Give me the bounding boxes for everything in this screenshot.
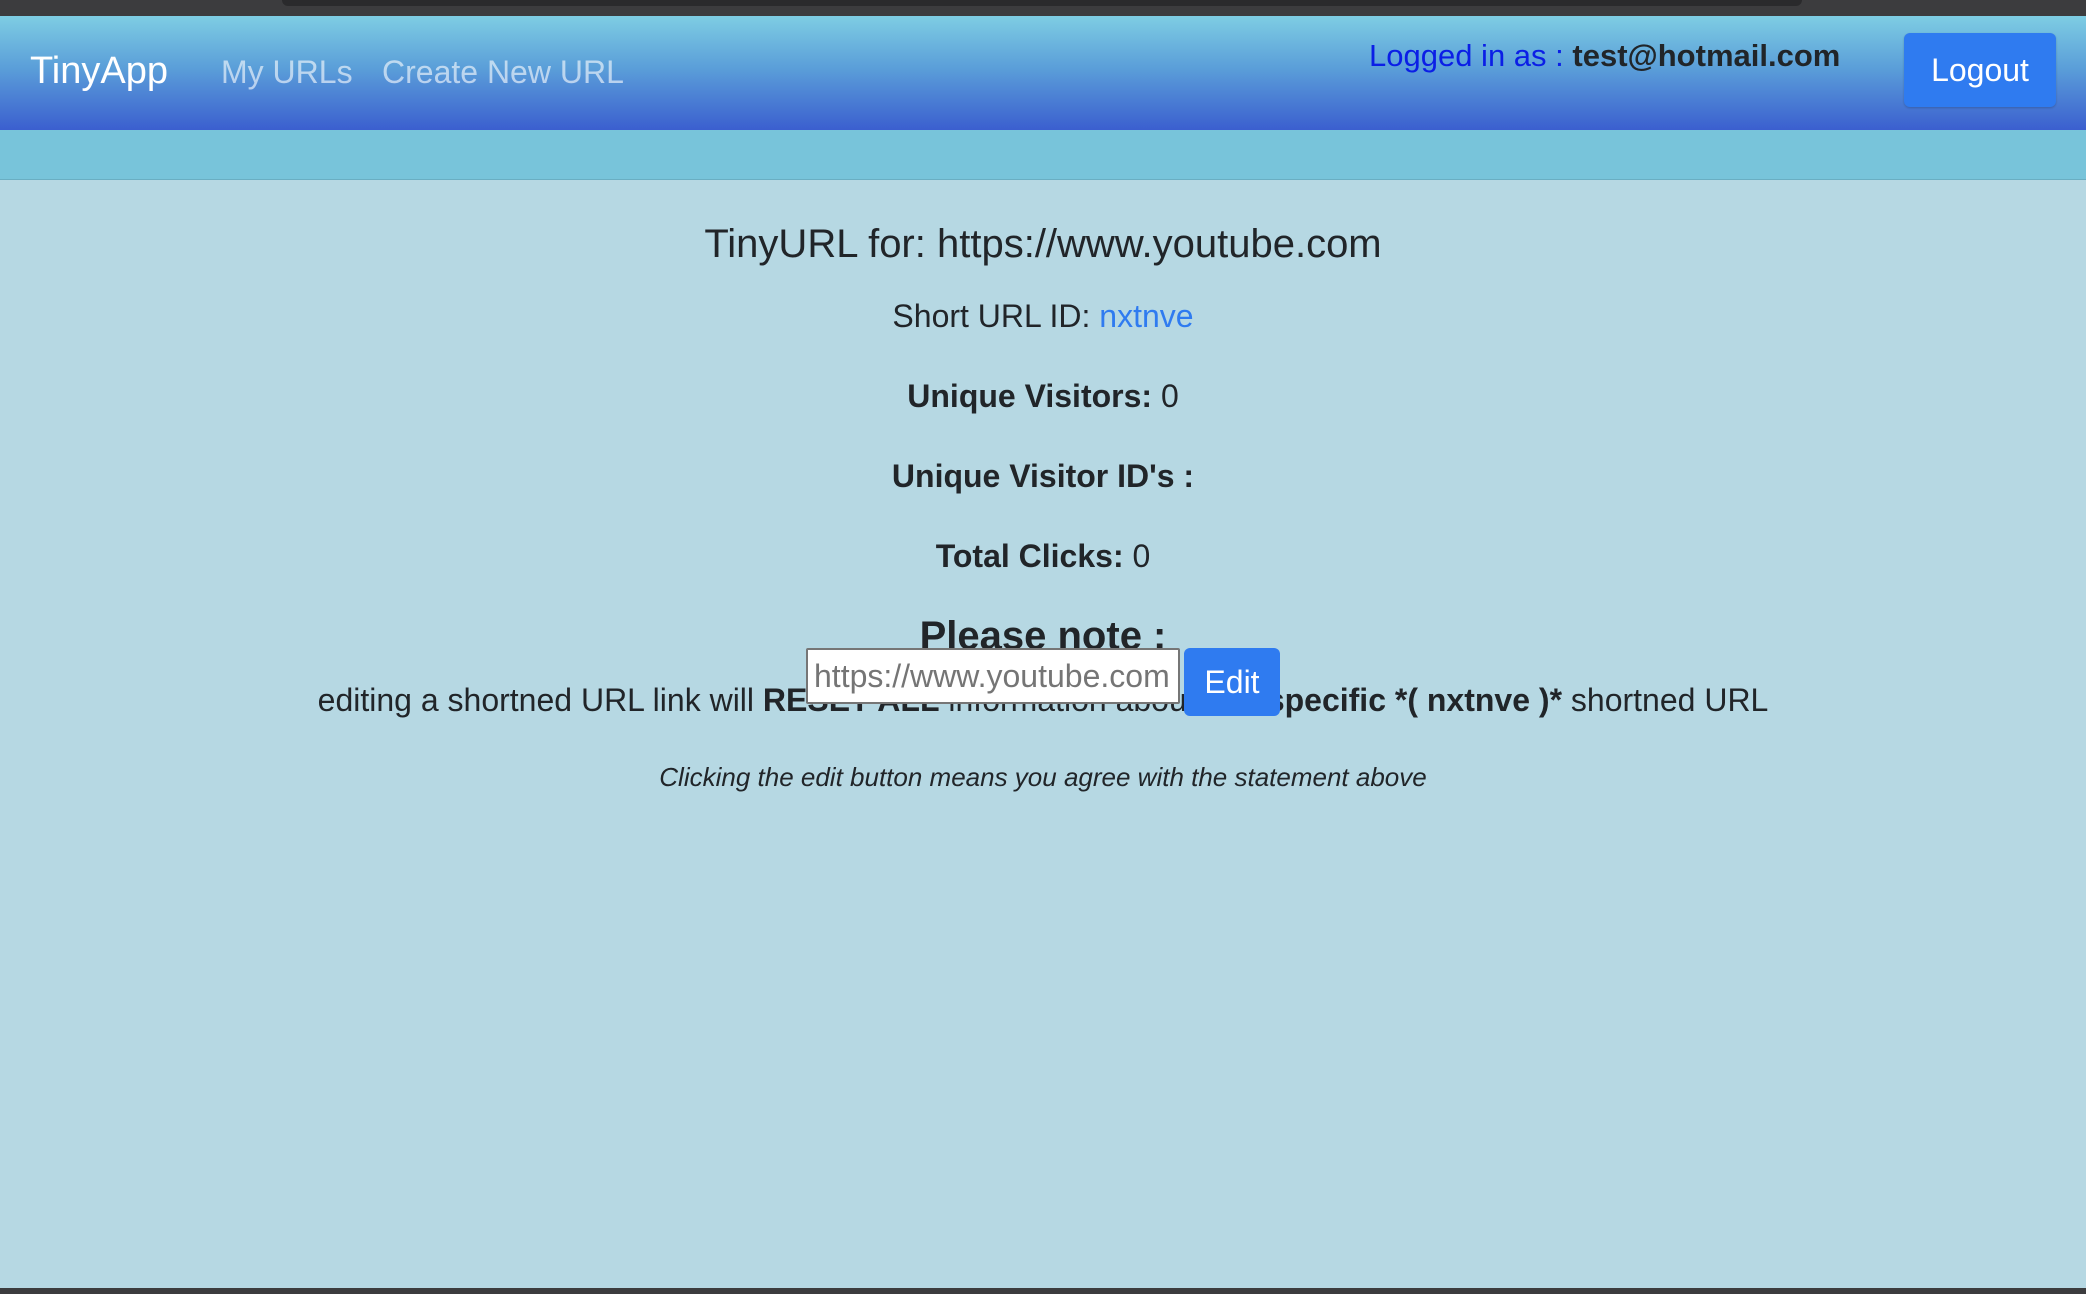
logout-button[interactable]: Logout <box>1904 33 2056 107</box>
short-url-id-label: Short URL ID: <box>892 298 1100 334</box>
logged-in-email: test@hotmail.com <box>1572 38 1841 73</box>
note-specific: specific *( nxtnve )* <box>1266 682 1563 718</box>
sub-header-bar <box>0 130 2086 180</box>
total-clicks-label: Total Clicks: <box>935 538 1124 574</box>
edit-button[interactable]: Edit <box>1184 648 1280 716</box>
short-url-id: Short URL ID: nxtnve <box>0 298 2086 335</box>
nav-link-create-new-url[interactable]: Create New URL <box>382 54 624 91</box>
unique-visitor-ids-label: Unique Visitor ID's : <box>891 458 1195 494</box>
agree-statement: Clicking the edit button means you agree… <box>659 762 1427 792</box>
browser-top-bar <box>0 0 2086 16</box>
page-title: TinyURL for: https://www.youtube.com <box>704 222 1382 266</box>
unique-visitors: Unique Visitors: 0 <box>0 378 2086 415</box>
window-bottom-edge <box>0 1288 2086 1294</box>
total-clicks-value: 0 <box>1123 538 1151 574</box>
unique-visitors-value: 0 <box>1152 378 1179 414</box>
brand-link[interactable]: TinyApp <box>30 50 168 93</box>
unique-visitors-label: Unique Visitors: <box>907 378 1153 414</box>
note-part-1: editing a shortned URL link will <box>317 682 763 718</box>
unique-visitor-ids: Unique Visitor ID's : <box>0 458 2086 495</box>
short-url-id-link[interactable]: nxtnve <box>1099 298 1193 334</box>
total-clicks: Total Clicks: 0 <box>0 538 2086 575</box>
note-part-3: shortned URL <box>1562 682 1769 718</box>
nav-link-my-urls[interactable]: My URLs <box>221 54 353 91</box>
logged-in-status: Logged in as : test@hotmail.com <box>1369 38 1840 74</box>
browser-top-pill <box>282 0 1802 6</box>
long-url-input[interactable] <box>806 648 1180 704</box>
logged-in-label: Logged in as : <box>1369 38 1573 73</box>
navbar: TinyApp My URLs Create New URL Logged in… <box>0 16 2086 130</box>
